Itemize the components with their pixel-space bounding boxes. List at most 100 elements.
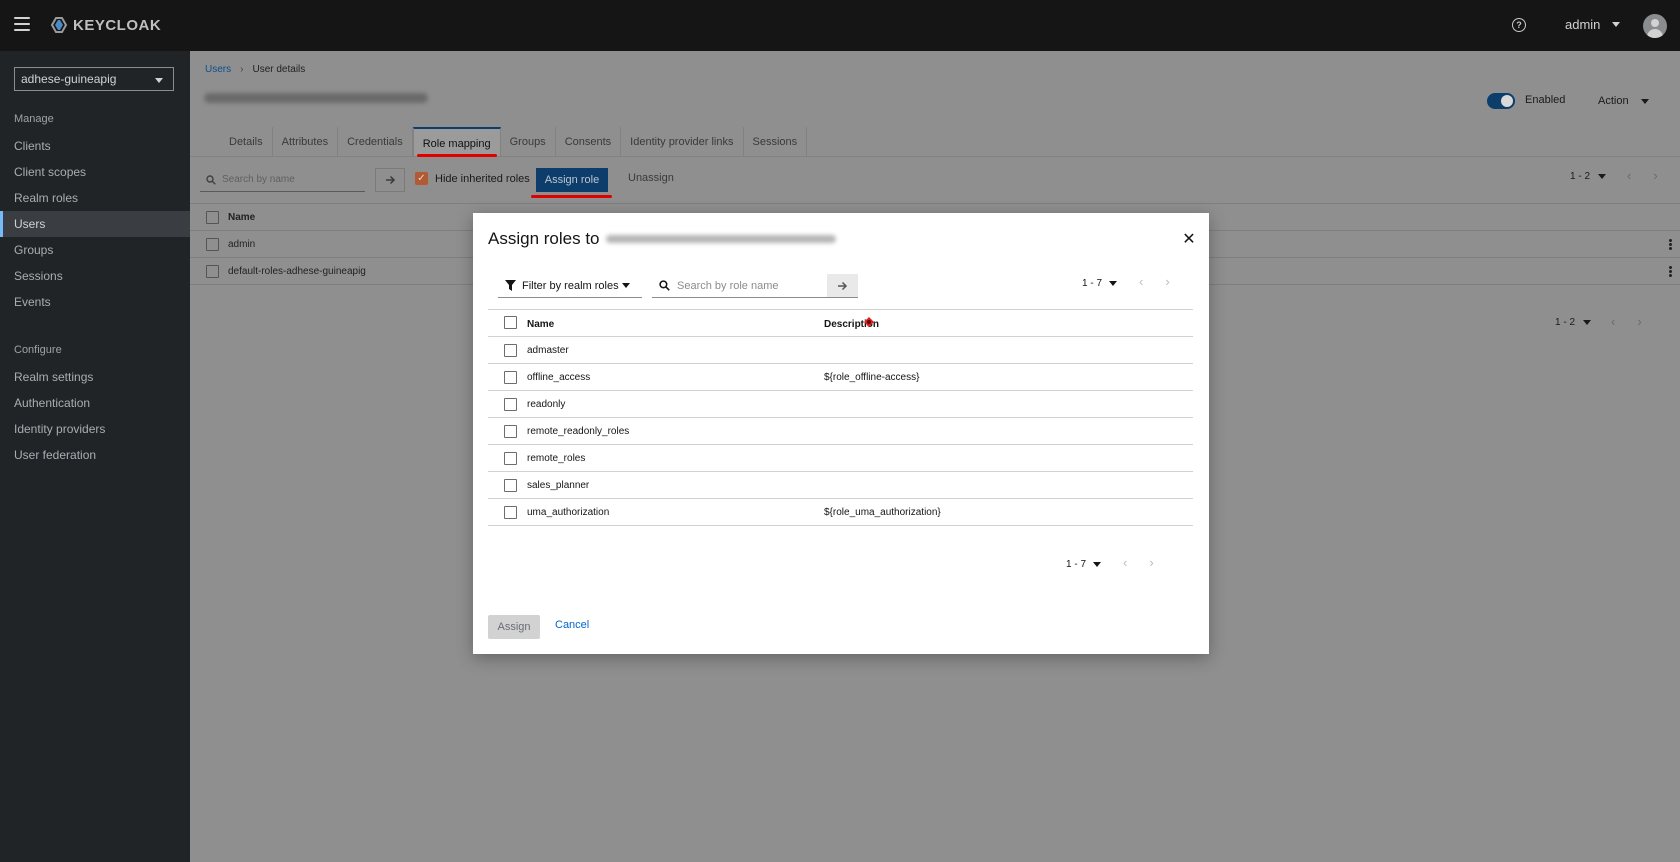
search-icon xyxy=(206,174,216,185)
row-checkbox[interactable] xyxy=(504,344,517,357)
sidebar-item-users[interactable]: Users xyxy=(0,211,190,237)
realm-selector[interactable]: adhese-guineapig xyxy=(14,67,174,91)
column-header-name: Name xyxy=(228,211,256,223)
modal-pagination-range: 1 - 7 xyxy=(1066,559,1087,570)
redacted-username xyxy=(605,235,836,243)
tab-groups[interactable]: Groups xyxy=(501,127,556,157)
chevron-down-icon xyxy=(1109,281,1118,286)
sidebar-item-client-scopes[interactable]: Client scopes xyxy=(0,159,190,185)
chevron-right-icon[interactable]: › xyxy=(1653,168,1657,183)
masthead: KEYCLOAK ? admin xyxy=(0,0,1680,51)
breadcrumb-separator-icon: › xyxy=(240,64,244,75)
chevron-down-icon xyxy=(1598,174,1607,179)
annotation-underline-assign xyxy=(531,195,612,198)
unassign-button[interactable]: Unassign xyxy=(628,172,674,184)
sidebar-item-realm-roles[interactable]: Realm roles xyxy=(0,185,190,211)
kebab-menu-icon[interactable] xyxy=(1669,265,1672,277)
pagination-arrows-top: ‹ › xyxy=(1627,168,1658,183)
role-search-submit-button[interactable] xyxy=(827,274,858,298)
cancel-button[interactable]: Cancel xyxy=(555,619,589,631)
mouse-cursor-icon xyxy=(864,317,874,327)
redacted-username xyxy=(204,93,428,103)
modal-pagination-top[interactable]: 1 - 7 xyxy=(1082,278,1118,289)
role-name: uma_authorization xyxy=(527,507,610,518)
chevron-left-icon[interactable]: ‹ xyxy=(1611,314,1615,329)
hide-inherited-roles[interactable]: ✓ Hide inherited roles xyxy=(415,172,530,185)
keycloak-logo[interactable]: KEYCLOAK xyxy=(48,15,161,35)
sidebar-item-clients[interactable]: Clients xyxy=(0,133,190,159)
tab-role-mapping[interactable]: Role mapping xyxy=(412,127,501,157)
action-dropdown[interactable]: Action xyxy=(1590,88,1658,114)
close-icon[interactable]: ✕ xyxy=(1182,232,1196,248)
filter-icon xyxy=(505,280,516,291)
role-name: sales_planner xyxy=(527,480,590,491)
row-checkbox[interactable] xyxy=(504,506,517,519)
row-role-name: default-roles-adhese-guineapig xyxy=(228,265,366,277)
enabled-toggle[interactable] xyxy=(1487,93,1515,109)
sidebar-item-authentication[interactable]: Authentication xyxy=(0,390,190,416)
nav-section-manage: Manage xyxy=(14,113,54,125)
user-name: admin xyxy=(1565,17,1601,32)
pagination-bottom[interactable]: 1 - 2 xyxy=(1555,317,1592,328)
kebab-menu-icon[interactable] xyxy=(1669,238,1672,250)
search-input[interactable]: Search by name xyxy=(200,168,365,192)
role-name: admaster xyxy=(527,345,569,356)
sidebar-item-sessions[interactable]: Sessions xyxy=(0,263,190,289)
tab-consents[interactable]: Consents xyxy=(556,127,622,157)
row-checkbox[interactable] xyxy=(504,479,517,492)
sidebar-item-user-federation[interactable]: User federation xyxy=(0,442,190,468)
row-role-name: admin xyxy=(228,238,256,250)
keycloak-logo-icon xyxy=(50,17,68,33)
chevron-right-icon[interactable]: › xyxy=(1165,274,1169,289)
arrow-right-icon xyxy=(385,175,395,185)
modal-pagination-arrows-bottom: ‹ › xyxy=(1123,555,1154,570)
row-checkbox[interactable] xyxy=(206,237,219,251)
filter-by-roles-dropdown[interactable]: Filter by realm roles xyxy=(498,274,642,298)
chevron-left-icon[interactable]: ‹ xyxy=(1123,555,1127,570)
search-placeholder: Search by name xyxy=(222,174,295,185)
row-checkbox[interactable] xyxy=(206,264,219,278)
hide-inherited-checkbox[interactable]: ✓ xyxy=(415,172,428,185)
help-icon[interactable]: ? xyxy=(1512,18,1526,32)
sidebar-item-identity-providers[interactable]: Identity providers xyxy=(0,416,190,442)
role-name: remote_readonly_roles xyxy=(527,426,630,437)
chevron-down-icon xyxy=(1612,22,1621,27)
hamburger-menu-icon[interactable] xyxy=(14,17,30,31)
tab-identity-provider-links[interactable]: Identity provider links xyxy=(621,127,744,157)
modal-pagination-bottom[interactable]: 1 - 7 xyxy=(1066,559,1102,570)
row-checkbox[interactable] xyxy=(504,371,517,384)
sidebar-item-realm-settings[interactable]: Realm settings xyxy=(0,364,190,390)
hide-inherited-label: Hide inherited roles xyxy=(435,172,530,185)
chevron-right-icon[interactable]: › xyxy=(1149,555,1153,570)
sidebar-item-groups[interactable]: Groups xyxy=(0,237,190,263)
search-submit-button[interactable] xyxy=(375,168,405,192)
annotation-underline-tab xyxy=(417,154,497,157)
row-checkbox[interactable] xyxy=(504,398,517,411)
pagination-top[interactable]: 1 - 2 xyxy=(1570,171,1607,182)
role-search-input[interactable]: Search by role name xyxy=(652,274,828,298)
enabled-label: Enabled xyxy=(1525,94,1566,106)
user-menu[interactable]: admin xyxy=(1565,17,1621,32)
assign-role-button[interactable]: Assign role xyxy=(536,168,608,192)
tab-details[interactable]: Details xyxy=(220,127,273,157)
assign-button[interactable]: Assign xyxy=(488,615,540,639)
row-checkbox[interactable] xyxy=(504,452,517,465)
chevron-right-icon[interactable]: › xyxy=(1637,314,1641,329)
modal-title: Assign roles to xyxy=(488,229,836,249)
sidebar-item-events[interactable]: Events xyxy=(0,289,190,315)
avatar[interactable] xyxy=(1643,14,1667,38)
select-all-checkbox[interactable] xyxy=(206,210,219,224)
chevron-left-icon[interactable]: ‹ xyxy=(1139,274,1143,289)
select-all-checkbox[interactable] xyxy=(504,316,517,329)
table-row: admaster xyxy=(488,337,1193,364)
chevron-left-icon[interactable]: ‹ xyxy=(1627,168,1631,183)
tab-credentials[interactable]: Credentials xyxy=(338,127,413,157)
chevron-down-icon xyxy=(1583,320,1592,325)
breadcrumb-users-link[interactable]: Users xyxy=(205,64,231,75)
row-checkbox[interactable] xyxy=(504,425,517,438)
breadcrumb-current: User details xyxy=(252,64,306,75)
logo-text: KEYCLOAK xyxy=(73,16,162,34)
tab-attributes[interactable]: Attributes xyxy=(273,127,339,157)
table-row: uma_authorization ${role_uma_authorizati… xyxy=(488,499,1193,526)
tab-sessions[interactable]: Sessions xyxy=(744,127,808,157)
